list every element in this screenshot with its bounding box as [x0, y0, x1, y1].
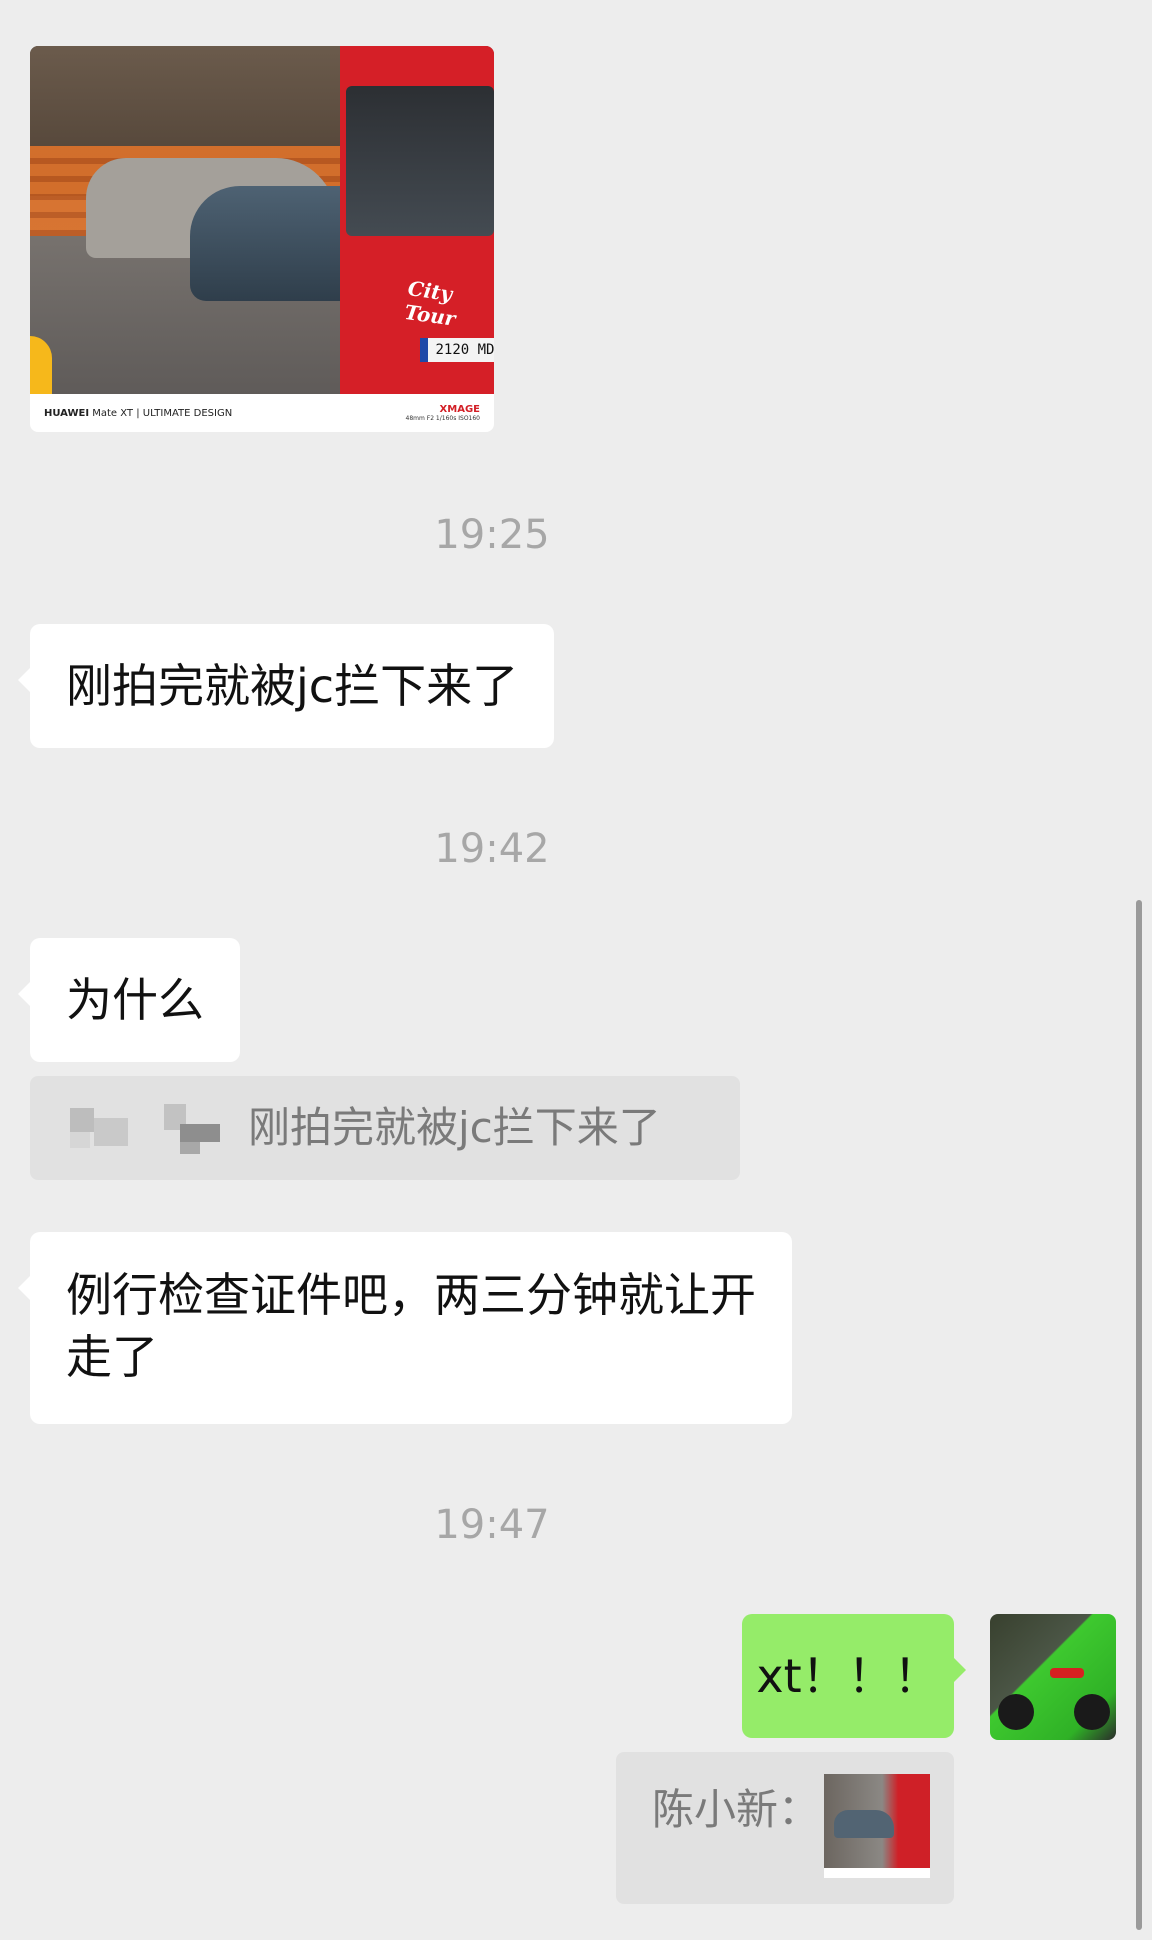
- avatar-tail-light: [1050, 1668, 1084, 1678]
- blurred-username-icon: [70, 1108, 94, 1132]
- scrollbar[interactable]: [1136, 900, 1142, 1930]
- photo-message[interactable]: City Tour 2120 MD HUAWEI Mate XT | ULTIM…: [30, 46, 494, 432]
- message-bubble[interactable]: 例行检查证件吧，两三分钟就让开走了: [18, 1232, 792, 1424]
- avatar-wheel: [1074, 1694, 1110, 1730]
- blurred-username-icon: [180, 1142, 200, 1154]
- quote-sender: 陈小新：: [652, 1785, 821, 1834]
- photo-plate: 2120 MD: [420, 338, 494, 362]
- avatar-wheel: [998, 1694, 1034, 1730]
- timestamp: 19:42: [434, 826, 550, 872]
- blurred-username-icon: [94, 1118, 128, 1146]
- watermark-model: Mate XT | ULTIMATE DESIGN: [92, 408, 233, 419]
- photo-image: City Tour 2120 MD: [30, 46, 494, 394]
- timestamp: 19:47: [434, 1502, 550, 1548]
- photo-watermark-right: XMAGE 48mm F2 1/160s ISO160: [406, 404, 480, 422]
- watermark-specs: 48mm F2 1/160s ISO160: [405, 415, 480, 422]
- timestamp: 19:25: [434, 512, 550, 558]
- quote-text: 刚拍完就被jc拦下来了: [248, 1103, 661, 1152]
- photo-watermark-left: HUAWEI Mate XT | ULTIMATE DESIGN: [44, 408, 232, 419]
- message-bubble-outgoing[interactable]: xt！！！: [742, 1614, 966, 1738]
- quote-reply[interactable]: 刚拍完就被jc拦下来了: [30, 1076, 740, 1180]
- message-bubble[interactable]: 刚拍完就被jc拦下来了: [17, 624, 555, 748]
- quote-thumbnail: [824, 1774, 930, 1878]
- message-bubble[interactable]: 为什么: [18, 938, 240, 1062]
- blurred-username-icon: [180, 1124, 220, 1142]
- user-avatar-icon[interactable]: [990, 1614, 1116, 1740]
- blurred-username-icon: [70, 1132, 90, 1148]
- thumbnail-car: [834, 1810, 894, 1838]
- quote-reply[interactable]: 陈小新：: [616, 1752, 954, 1904]
- watermark-brand: HUAWEI: [44, 408, 90, 419]
- watermark-logo: XMAGE: [439, 404, 480, 415]
- photo-bus-window: [346, 86, 494, 236]
